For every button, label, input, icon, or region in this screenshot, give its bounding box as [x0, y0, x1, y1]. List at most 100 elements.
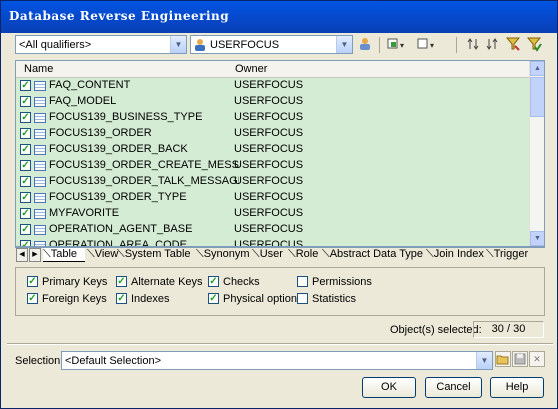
- scroll-up-arrow[interactable]: ▲: [530, 61, 544, 76]
- scroll-thumb[interactable]: [530, 77, 544, 117]
- row-name: FOCUS139_ORDER_BACK: [49, 143, 188, 155]
- row-name: OPERATION_AGENT_BASE: [49, 223, 193, 235]
- row-owner: USERFOCUS: [234, 175, 304, 187]
- tab-scroll-right[interactable]: ▶: [29, 248, 41, 262]
- tab-system-table[interactable]: ⟍System Table: [117, 248, 191, 262]
- table-row[interactable]: ✓ FOCUS139_ORDER_BACK USERFOCUS: [16, 142, 529, 158]
- table-icon: [34, 161, 46, 171]
- tab-user[interactable]: ⟍User: [252, 248, 283, 262]
- select-user-icon[interactable]: [358, 36, 372, 53]
- table-row[interactable]: ✓ FOCUS139_BUSINESS_TYPE USERFOCUS: [16, 110, 529, 126]
- column-header-owner[interactable]: Owner: [235, 63, 267, 75]
- cancel-button[interactable]: Cancel: [425, 377, 482, 398]
- table-row[interactable]: ✓ FOCUS139_ORDER_CREATE_MESSA... USERFOCUS: [16, 158, 529, 174]
- table-row[interactable]: ✓ OPERATION_AREA_CODE USERFOCUS: [16, 238, 529, 247]
- chevron-down-icon[interactable]: ▼: [170, 36, 186, 53]
- row-owner: USERFOCUS: [234, 111, 304, 123]
- row-checkbox[interactable]: ✓: [20, 176, 31, 187]
- row-owner: USERFOCUS: [234, 191, 304, 203]
- table-row[interactable]: ✓ FOCUS139_ORDER_TALK_MESSAGE USERFOCUS: [16, 174, 529, 190]
- row-name: FOCUS139_ORDER: [49, 127, 152, 139]
- selection-value: <Default Selection>: [65, 355, 162, 367]
- list-rows: ✓ FAQ_CONTENT USERFOCUS ✓ FAQ_MODEL USERFOCUS…: [16, 78, 529, 247]
- dialog-window: Database Reverse Engineering <All qualif…: [0, 0, 558, 409]
- tab-abstract-data-type[interactable]: ⟍Abstract Data Type: [322, 248, 423, 262]
- row-name: FAQ_MODEL: [49, 95, 117, 107]
- row-name: FOCUS139_ORDER_CREATE_MESSA...: [49, 159, 239, 171]
- table-row[interactable]: ✓ MYFAVORITE USERFOCUS: [16, 206, 529, 222]
- row-owner: USERFOCUS: [234, 207, 304, 219]
- row-checkbox[interactable]: ✓: [20, 80, 31, 91]
- checkbox-unchecked[interactable]: [297, 276, 308, 287]
- tab-role[interactable]: ⟍Role: [288, 248, 318, 262]
- chevron-down-icon[interactable]: ▼: [476, 352, 492, 369]
- select-all-icon[interactable]: ▾: [387, 36, 409, 53]
- selection-select[interactable]: <Default Selection> ▼: [61, 351, 493, 370]
- save-icon[interactable]: [512, 351, 528, 367]
- row-name: FAQ_CONTENT: [49, 79, 131, 91]
- tab-view[interactable]: ⟍View: [87, 248, 118, 262]
- open-folder-icon[interactable]: [495, 351, 511, 367]
- checkbox-checked[interactable]: ✓: [208, 293, 219, 304]
- svg-text:▾: ▾: [400, 41, 404, 50]
- checkbox-checked[interactable]: ✓: [208, 276, 219, 287]
- row-checkbox[interactable]: ✓: [20, 208, 31, 219]
- checkbox-checked[interactable]: ✓: [116, 276, 127, 287]
- help-button[interactable]: Help: [490, 377, 544, 398]
- checkbox-checked[interactable]: ✓: [116, 293, 127, 304]
- tab-table[interactable]: ⟍Table: [43, 248, 85, 262]
- row-checkbox[interactable]: ✓: [20, 96, 31, 107]
- ok-button[interactable]: OK: [362, 377, 416, 398]
- checkbox-checked[interactable]: ✓: [27, 293, 38, 304]
- objects-selected-count: 30 / 30: [473, 321, 544, 338]
- row-owner: USERFOCUS: [234, 143, 304, 155]
- row-checkbox[interactable]: ✓: [20, 160, 31, 171]
- scroll-down-arrow[interactable]: ▼: [530, 231, 544, 246]
- column-header-name[interactable]: Name: [24, 63, 53, 75]
- table-row[interactable]: ✓ OPERATION_AGENT_BASE USERFOCUS: [16, 222, 529, 238]
- table-row[interactable]: ✓ FOCUS139_ORDER USERFOCUS: [16, 126, 529, 142]
- tab-scroll-left[interactable]: ◀: [16, 248, 28, 262]
- owner-select[interactable]: USERFOCUS ▼: [190, 35, 353, 54]
- tab-join-index[interactable]: ⟍Join Index: [426, 248, 484, 262]
- chevron-down-icon[interactable]: ▼: [336, 36, 352, 53]
- filter-icon[interactable]: [505, 36, 521, 53]
- row-name: FOCUS139_ORDER_TALK_MESSAGE: [49, 175, 239, 187]
- table-icon: [34, 193, 46, 203]
- vertical-scrollbar[interactable]: ▲ ▼: [529, 61, 544, 246]
- table-row[interactable]: ✓ FAQ_CONTENT USERFOCUS: [16, 78, 529, 94]
- qualifier-select[interactable]: <All qualifiers> ▼: [15, 35, 187, 54]
- row-name: OPERATION_AREA_CODE: [49, 239, 187, 247]
- row-checkbox[interactable]: ✓: [20, 240, 31, 246]
- row-owner: USERFOCUS: [234, 223, 304, 235]
- move-up-icon[interactable]: [467, 36, 481, 53]
- delete-icon[interactable]: ✕: [529, 351, 545, 367]
- table-row[interactable]: ✓ FAQ_MODEL USERFOCUS: [16, 94, 529, 110]
- row-checkbox[interactable]: ✓: [20, 128, 31, 139]
- options-group: ✓ Primary Keys ✓ Alternate Keys ✓ Checks Pe…: [15, 267, 545, 316]
- divider: [7, 343, 553, 345]
- table-row[interactable]: ✓ FOCUS139_ORDER_TYPE USERFOCUS: [16, 190, 529, 206]
- object-list: Name Owner ✓ FAQ_CONTENT USERFOCUS ✓ FAQ_MOD…: [15, 60, 545, 247]
- qualifier-value: <All qualifiers>: [19, 39, 92, 51]
- row-checkbox[interactable]: ✓: [20, 224, 31, 235]
- table-icon: [34, 129, 46, 139]
- row-owner: USERFOCUS: [234, 159, 304, 171]
- check-filter-icon[interactable]: [526, 36, 542, 53]
- checkbox-unchecked[interactable]: [297, 293, 308, 304]
- row-checkbox[interactable]: ✓: [20, 144, 31, 155]
- row-name: MYFAVORITE: [49, 207, 120, 219]
- tab-synonym[interactable]: ⟍Synonym: [196, 248, 250, 262]
- row-name: FOCUS139_ORDER_TYPE: [49, 191, 187, 203]
- svg-text:▾: ▾: [430, 41, 434, 50]
- list-header: Name Owner: [16, 61, 529, 78]
- deselect-all-icon[interactable]: ▾: [417, 36, 439, 53]
- row-owner: USERFOCUS: [234, 79, 304, 91]
- tab-trigger[interactable]: ⟍Trigger: [486, 248, 528, 262]
- selection-label: Selection:: [15, 355, 64, 367]
- table-icon: [34, 145, 46, 155]
- checkbox-checked[interactable]: ✓: [27, 276, 38, 287]
- row-checkbox[interactable]: ✓: [20, 192, 31, 203]
- move-down-icon[interactable]: [486, 36, 500, 53]
- row-checkbox[interactable]: ✓: [20, 112, 31, 123]
